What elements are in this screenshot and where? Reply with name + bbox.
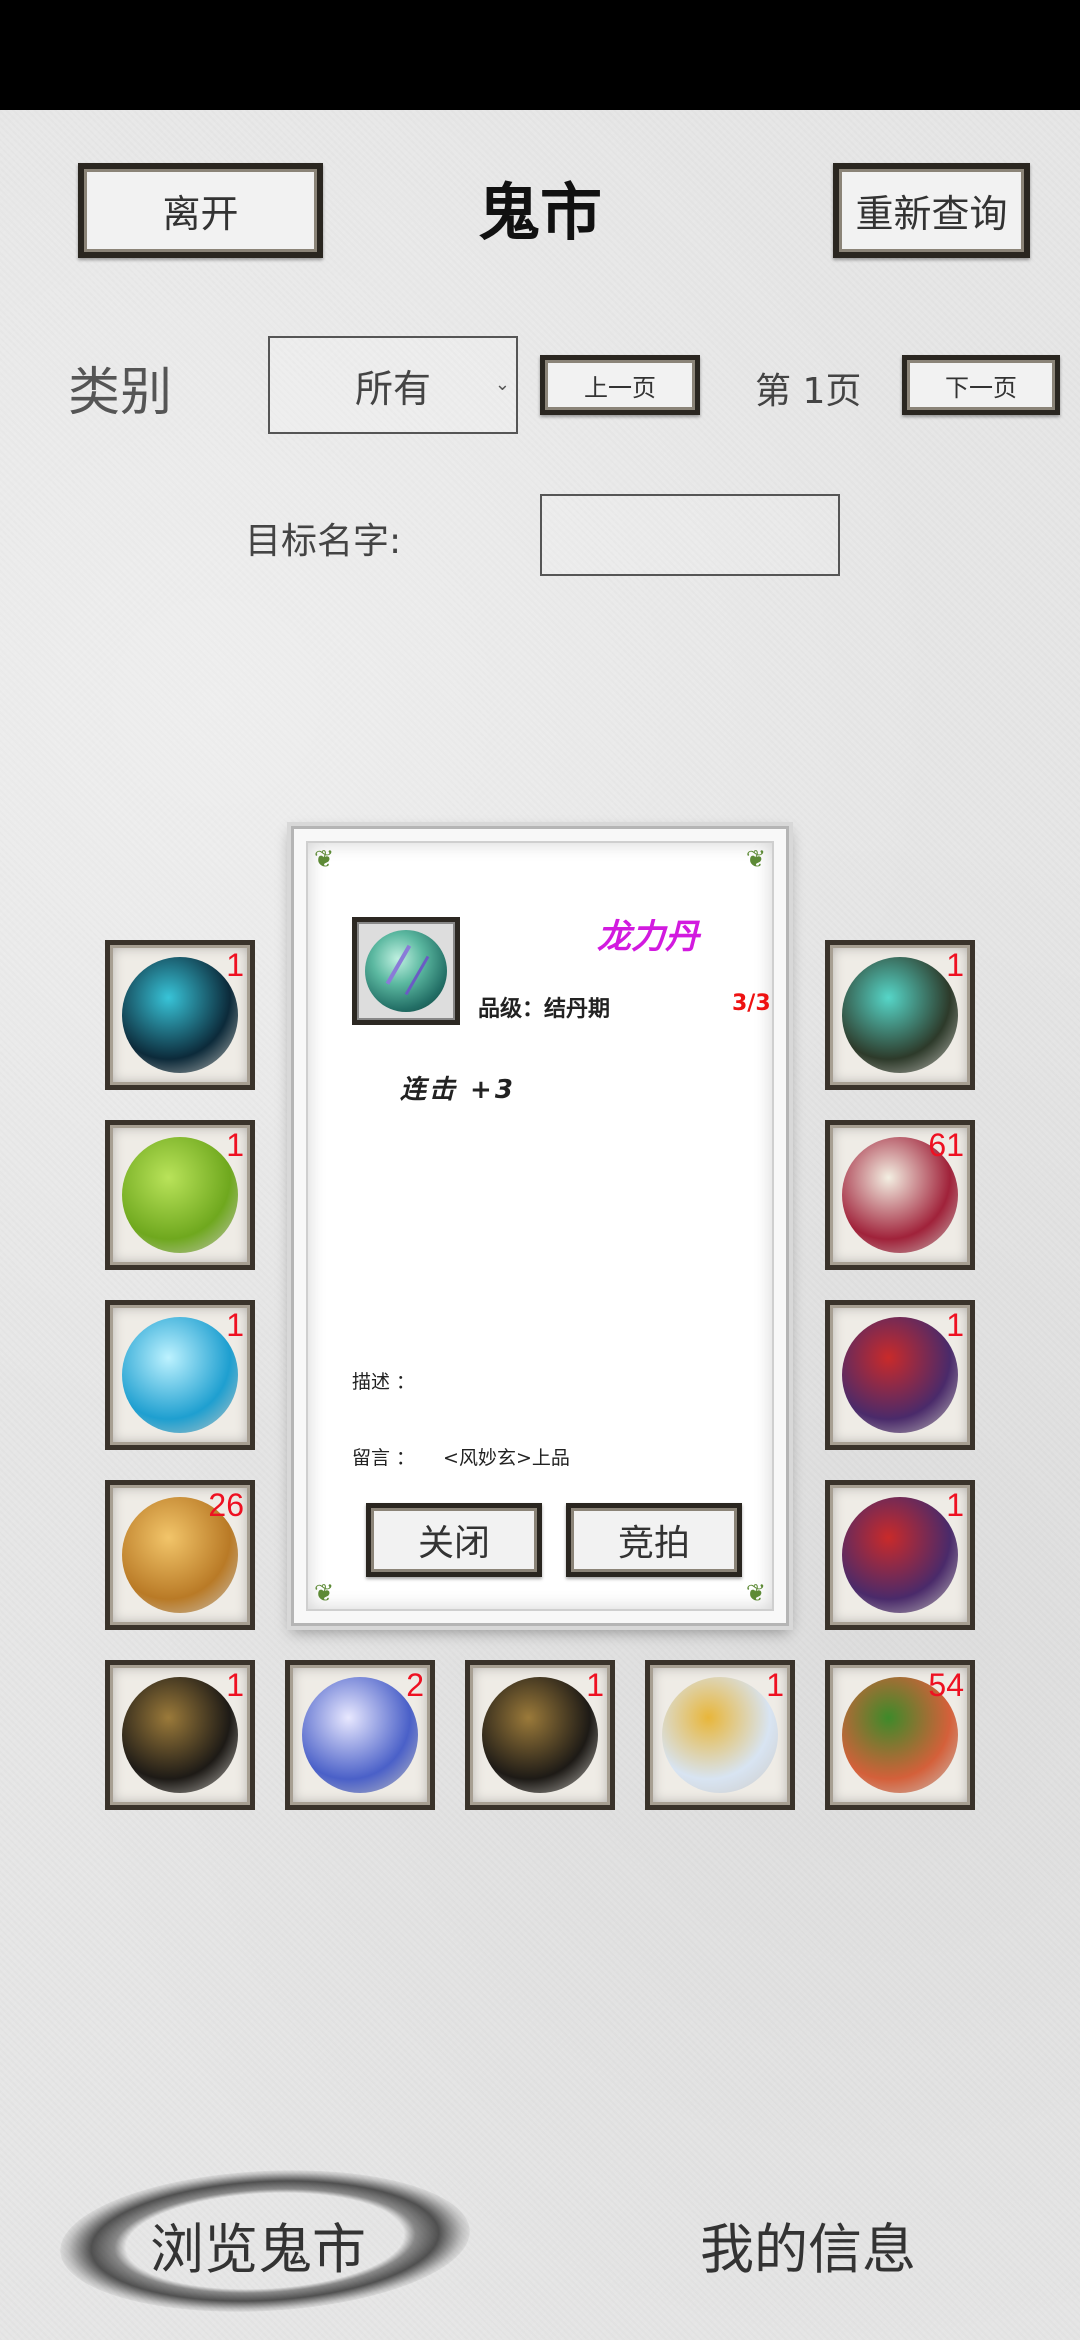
nav-browse-market[interactable]: 浏览鬼市	[56, 2160, 474, 2322]
page-indicator: 第 1页	[755, 371, 862, 412]
target-name-label: 目标名字:	[245, 521, 402, 562]
item-icon	[352, 917, 460, 1025]
prev-page-button[interactable]: 上一页	[540, 355, 700, 415]
ice-sword-icon	[122, 1317, 238, 1433]
dark-gem-icon	[122, 957, 238, 1073]
dragon-pill-icon	[365, 930, 447, 1012]
inventory-slot[interactable]: 1	[645, 1660, 795, 1810]
category-select-value: 所有	[354, 366, 431, 411]
chevron-down-icon: ⌄	[494, 374, 510, 395]
bid-button[interactable]: 竞拍	[566, 1503, 742, 1577]
vine-decoration-icon: ❦	[745, 845, 766, 873]
requery-button[interactable]: 重新查询	[833, 163, 1030, 258]
green-bracers-icon	[122, 1137, 238, 1253]
nav-my-info[interactable]: 我的信息	[700, 2205, 916, 2284]
item-description-label: 描述 ：	[352, 1371, 416, 1393]
vine-decoration-icon: ❦	[314, 845, 335, 873]
inventory-slot[interactable]: 1	[105, 940, 255, 1090]
slot-count: 1	[586, 1667, 604, 1703]
inventory-slot[interactable]: 26	[105, 1480, 255, 1630]
item-effect: 连击 +3	[400, 1075, 516, 1105]
slot-count: 1	[946, 947, 964, 983]
item-grade: 品级：结丹期	[478, 997, 611, 1022]
slot-count: 1	[226, 1127, 244, 1163]
inventory-slot[interactable]: 1	[105, 1120, 255, 1270]
inventory-slot[interactable]: 1	[465, 1660, 615, 1810]
inventory-slot[interactable]: 1	[105, 1660, 255, 1810]
slot-count: 61	[928, 1127, 964, 1163]
category-label: 类别	[68, 363, 173, 423]
inventory-slot[interactable]: 2	[285, 1660, 435, 1810]
inventory-slot[interactable]: 1	[825, 1480, 975, 1630]
black-helmet-2-icon	[482, 1677, 598, 1793]
purple-boots-2-icon	[842, 1497, 958, 1613]
vine-decoration-icon: ❦	[314, 1579, 335, 1607]
slot-count: 2	[406, 1667, 424, 1703]
page-title: 鬼市	[477, 176, 602, 249]
vine-decoration-icon: ❦	[745, 1579, 766, 1607]
slot-count: 1	[226, 1667, 244, 1703]
item-detail-popup: ❦ ❦ ❦ ❦ 龙力丹 品级：结丹期 3/3 连击 +3 描述 ： 留言 ： <风…	[291, 826, 789, 1626]
slot-count: 26	[208, 1487, 244, 1523]
message-value: <风妙玄>上品	[443, 1447, 570, 1469]
slot-count: 1	[946, 1487, 964, 1523]
slot-count: 54	[928, 1667, 964, 1703]
inventory-slot[interactable]: 1	[105, 1300, 255, 1450]
next-page-button[interactable]: 下一页	[902, 355, 1060, 415]
inventory-slot[interactable]: 1	[825, 1300, 975, 1450]
white-armor-icon	[662, 1677, 778, 1793]
close-button[interactable]: 关闭	[366, 1503, 542, 1577]
slot-count: 1	[226, 947, 244, 983]
status-bar	[0, 0, 1080, 110]
popup-panel: ❦ ❦ ❦ ❦ 龙力丹 品级：结丹期 3/3 连击 +3 描述 ： 留言 ： <风…	[306, 841, 774, 1611]
nav-browse-label: 浏览鬼市	[150, 2218, 366, 2281]
item-grade-count: 3/3	[732, 991, 771, 1016]
item-message: 留言 ： <风妙玄>上品	[352, 1443, 570, 1470]
item-name: 龙力丹	[597, 917, 699, 957]
bead-necklace-icon	[842, 957, 958, 1073]
slot-count: 1	[226, 1307, 244, 1343]
category-select[interactable]: 所有 ⌄	[268, 336, 518, 434]
slot-count: 1	[946, 1307, 964, 1343]
black-helmet-icon	[122, 1677, 238, 1793]
crystal-orb-icon	[302, 1677, 418, 1793]
message-label: 留言 ：	[352, 1447, 416, 1469]
inventory-slot[interactable]: 61	[825, 1120, 975, 1270]
inventory-slot[interactable]: 54	[825, 1660, 975, 1810]
target-name-input[interactable]	[540, 494, 840, 576]
leave-button[interactable]: 离开	[78, 163, 323, 258]
purple-boots-icon	[842, 1317, 958, 1433]
slot-count: 1	[766, 1667, 784, 1703]
inventory-slot[interactable]: 1	[825, 940, 975, 1090]
